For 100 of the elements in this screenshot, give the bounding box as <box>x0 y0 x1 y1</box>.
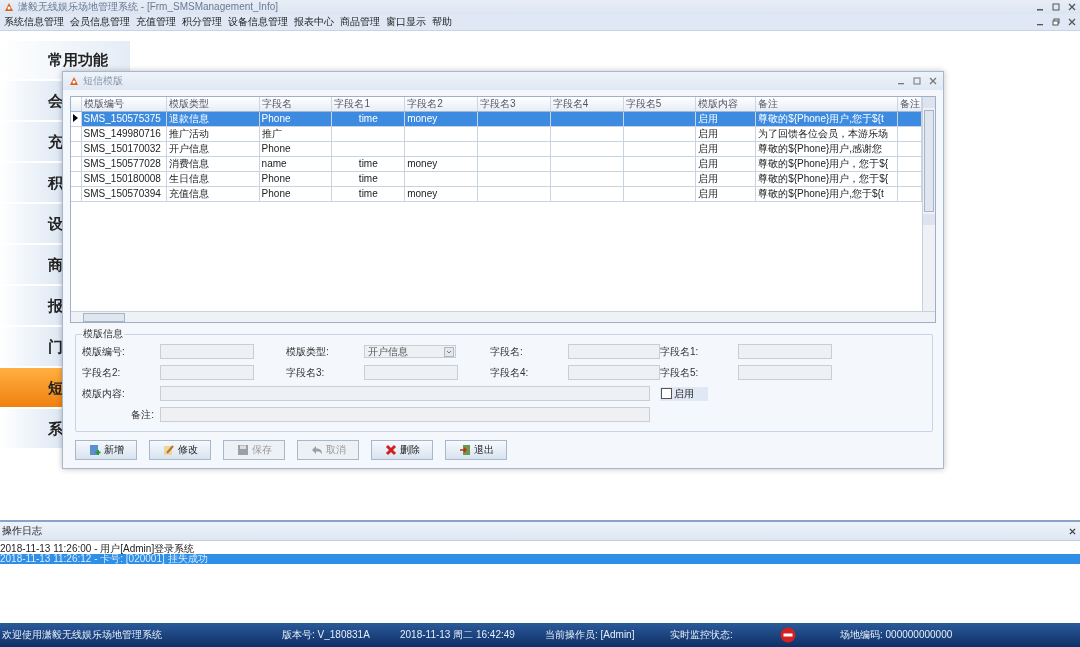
table-row[interactable]: SMS_149980716 推广活动 推广 启用 为了回馈各位会员，本游乐场 <box>71 126 922 142</box>
table-cell: time <box>358 188 378 200</box>
exit-door-icon <box>458 444 471 456</box>
table-row[interactable]: SMS_150170032 开户信息 Phone 启用 尊敬的${Phone}用户,感谢您 <box>71 141 922 157</box>
menu-item[interactable]: 设备信息管理 <box>228 15 288 29</box>
undo-arrow-icon <box>310 444 323 456</box>
table-cell: 尊敬的${Phone}用户，您于${ <box>758 172 889 184</box>
input-field[interactable] <box>738 344 832 359</box>
table-cell: SMS_150575375 <box>83 113 161 125</box>
column-header[interactable]: 字段名5 <box>623 96 696 112</box>
column-header[interactable]: 字段名1 <box>331 96 405 112</box>
table-cell: 尊敬的${Phone}用户,您于${t <box>758 112 884 124</box>
action-button[interactable]: 删除 <box>371 440 433 460</box>
column-header[interactable]: 字段名 <box>259 96 332 112</box>
app-logo-icon <box>69 75 79 86</box>
pencil-icon <box>162 444 175 456</box>
maximize-icon[interactable] <box>913 76 921 85</box>
column-header[interactable]: 备注 <box>897 96 922 112</box>
input-field[interactable] <box>364 365 458 380</box>
status-text: 场地编码: 000000000000 <box>840 628 953 642</box>
column-header[interactable]: 字段名3 <box>477 96 551 112</box>
menu-item[interactable]: 充值管理 <box>136 15 176 29</box>
input-field[interactable] <box>568 344 660 359</box>
status-text: 版本号: V_180831A <box>282 628 371 642</box>
table-cell: 推广 <box>261 127 282 139</box>
table-cell: Phone <box>261 188 291 200</box>
table-cell: time <box>358 158 378 170</box>
row-pointer-icon <box>73 114 78 123</box>
table-cell: SMS_150180008 <box>83 173 161 185</box>
field-label: 模版类型: <box>286 344 330 359</box>
table-row[interactable]: SMS_150180008 生日信息 Phone time 启用 尊敬的${Phone}用户，您于${ <box>71 171 922 187</box>
table-cell: Phone <box>261 143 291 155</box>
menu-item[interactable]: 窗口显示 <box>386 15 426 29</box>
field-label: 模版内容: <box>82 386 126 401</box>
column-header[interactable]: 模版编号 <box>81 96 167 112</box>
table-cell: SMS_149980716 <box>83 128 161 140</box>
table-cell: 启用 <box>698 112 719 124</box>
enabled-checkbox[interactable]: 启用 <box>660 386 708 401</box>
field-label: 字段名: <box>490 344 524 359</box>
table-cell: SMS_150577028 <box>83 158 161 170</box>
table-cell: 退款信息 <box>168 112 209 124</box>
column-header[interactable]: 字段名4 <box>550 96 624 112</box>
field-label: 字段名1: <box>660 344 700 359</box>
input-field[interactable] <box>738 365 832 380</box>
input-field[interactable] <box>160 365 254 380</box>
close-icon[interactable] <box>1069 527 1076 535</box>
table-cell: 尊敬的${Phone}用户,感谢您 <box>758 142 883 154</box>
field-label: 模版编号: <box>82 344 126 359</box>
menu-item[interactable]: 报表中心 <box>294 15 334 29</box>
sidebar-item[interactable]: 短 <box>0 368 64 407</box>
maximize-icon[interactable] <box>1052 3 1060 11</box>
document-plus-icon <box>88 444 101 456</box>
table-row[interactable]: SMS_150575375 退款信息 Phone time money 启用 尊敬的${Phone}用户,您于${t <box>71 111 922 127</box>
action-button[interactable]: 修改 <box>149 440 211 460</box>
table-cell: 启用 <box>698 142 719 154</box>
table-cell: money <box>407 158 438 170</box>
type-dropdown[interactable]: 开户信息 <box>364 345 456 358</box>
close-icon[interactable] <box>1068 18 1076 26</box>
table-row[interactable]: SMS_150570394 充值信息 Phone time money 启用 尊敬的${Phone}用户,您于${t <box>71 186 922 202</box>
column-header[interactable]: 备注 <box>755 96 898 112</box>
restore-icon[interactable] <box>1052 18 1060 26</box>
action-button[interactable]: 退出 <box>445 440 507 460</box>
panel-title: 操作日志 <box>2 524 42 538</box>
menu-item[interactable]: 会员信息管理 <box>70 15 130 29</box>
table-cell: 尊敬的${Phone}用户，您于${ <box>758 157 889 169</box>
field-label: 字段名2: <box>82 365 122 380</box>
field-label: 字段名5: <box>660 365 700 380</box>
table-cell: 启用 <box>698 187 719 199</box>
menu-item[interactable]: 帮助 <box>432 15 452 29</box>
menu-item[interactable]: 系统信息管理 <box>4 15 64 29</box>
table-cell: 启用 <box>698 127 719 139</box>
vertical-scrollbar[interactable] <box>922 96 935 311</box>
horizontal-scrollbar[interactable] <box>71 311 935 322</box>
input-field[interactable] <box>160 344 254 359</box>
log-entry[interactable]: 2018-11-13 11:26:00 - 用户[Admin]登录系统 <box>0 544 1080 554</box>
status-text: 当前操作员: [Admin] <box>545 628 636 642</box>
input-field[interactable] <box>568 365 660 380</box>
table-cell: 开户信息 <box>168 142 209 154</box>
table-cell: 启用 <box>698 172 719 184</box>
menu-item[interactable]: 积分管理 <box>182 15 222 29</box>
table-cell: time <box>358 173 378 185</box>
table-cell: 尊敬的${Phone}用户,您于${t <box>758 187 884 199</box>
table-cell: 消费信息 <box>168 157 209 169</box>
window-title: 潇毅无线娱乐场地管理系统 - [Frm_SMSManagement_Info] <box>18 0 279 14</box>
field-label: 字段名3: <box>286 365 326 380</box>
input-field[interactable] <box>160 407 650 422</box>
table-cell: 为了回馈各位会员，本游乐场 <box>758 127 889 139</box>
table-row[interactable]: SMS_150577028 消费信息 name time money 启用 尊敬的${Phone}用户，您于${ <box>71 156 922 172</box>
field-label: 字段名4: <box>490 365 530 380</box>
menu-item[interactable]: 商品管理 <box>340 15 380 29</box>
action-button[interactable]: 新增 <box>75 440 137 460</box>
input-field[interactable] <box>160 386 650 401</box>
close-icon[interactable] <box>1068 3 1076 11</box>
no-entry-icon <box>780 627 796 643</box>
status-text: 2018-11-13 周二 16:42:49 <box>400 628 516 642</box>
column-header[interactable]: 模版类型 <box>166 96 260 112</box>
table-cell: 推广活动 <box>168 127 209 139</box>
app-logo-icon <box>4 2 14 12</box>
column-header[interactable]: 字段名2 <box>404 96 478 112</box>
column-header[interactable]: 模版内容 <box>695 96 756 112</box>
